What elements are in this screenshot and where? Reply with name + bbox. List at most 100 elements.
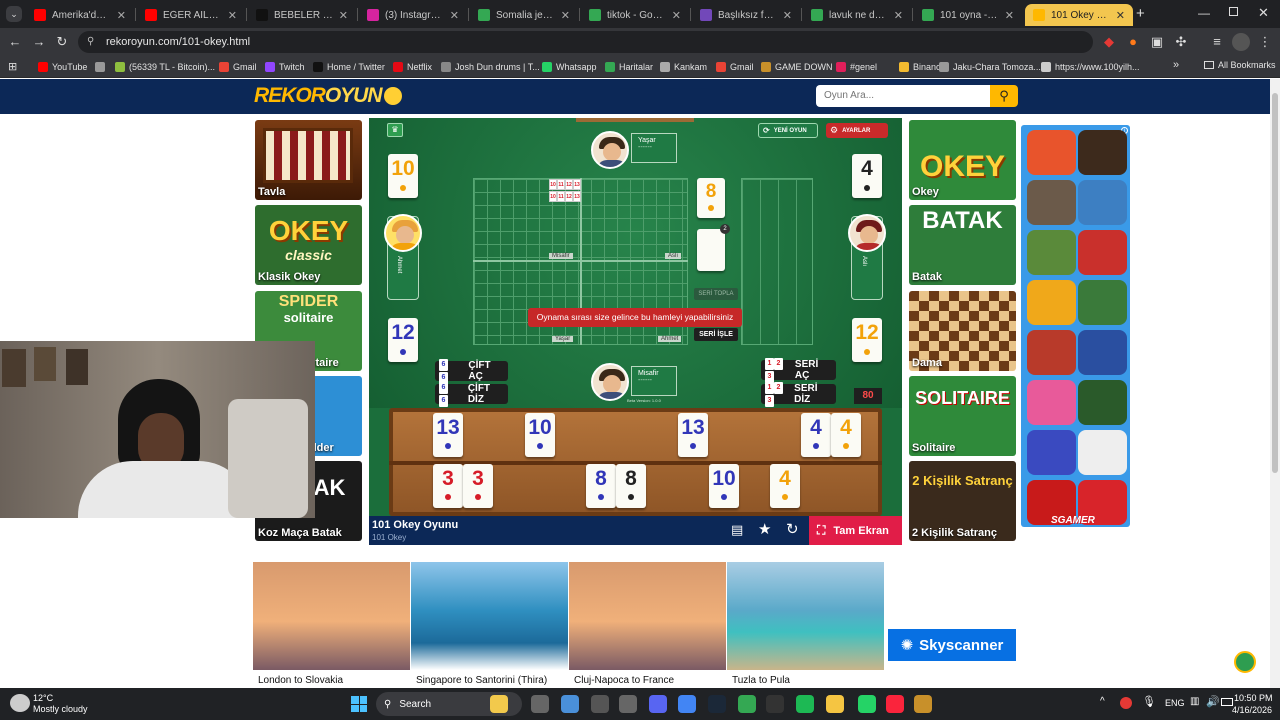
favorite-star-icon[interactable]: ★ xyxy=(758,520,771,538)
trophy-icon[interactable]: ♛ xyxy=(387,123,403,137)
minimize-icon[interactable]: — xyxy=(1198,6,1210,20)
clock-time[interactable]: 10:50 PM xyxy=(1234,693,1273,703)
travel-card[interactable]: Cluj-Napoca to France xyxy=(569,562,726,688)
travel-card[interactable]: London to Slovakia xyxy=(253,562,410,688)
taskbar-app-icon[interactable] xyxy=(826,695,844,713)
rack-tile[interactable]: 10 xyxy=(525,413,555,457)
bookmark-item[interactable]: Twitch xyxy=(265,60,305,74)
browser-tab[interactable]: Amerika'da Araba✕ xyxy=(26,4,134,26)
site-logo[interactable]: REKOROYUN xyxy=(254,84,402,108)
taskbar-app-icon[interactable] xyxy=(531,695,549,713)
all-bookmarks[interactable]: All Bookmarks xyxy=(1204,60,1276,70)
ad-game-icon[interactable] xyxy=(1078,180,1127,225)
more-bookmarks-button[interactable]: » xyxy=(1173,59,1179,71)
browser-tab[interactable]: 101 Okey Oyu ✕ xyxy=(1025,4,1133,26)
ad-game-icon[interactable] xyxy=(1078,380,1127,425)
ad-game-icon[interactable] xyxy=(1027,230,1076,275)
profile-avatar[interactable] xyxy=(1232,33,1250,51)
travel-card[interactable]: Singapore to Santorini (Thira) xyxy=(411,562,568,688)
taskbar-app-icon[interactable] xyxy=(766,695,784,713)
extension-red-icon[interactable]: ◆ xyxy=(1100,33,1118,51)
taskbar-app-icon[interactable] xyxy=(561,695,579,713)
extension-box-icon[interactable]: ▣ xyxy=(1148,33,1166,51)
skyscanner-banner[interactable]: ✺ Skyscanner xyxy=(888,629,1016,661)
taskbar-app-icon[interactable] xyxy=(649,695,667,713)
extension-orange-icon[interactable]: ● xyxy=(1124,33,1142,51)
menu-kebab-icon[interactable]: ⋮ xyxy=(1256,33,1274,51)
browser-tab[interactable]: EĞER AİLESİ SENİ✕ xyxy=(137,4,245,26)
weather-icon[interactable] xyxy=(10,694,30,712)
extensions-puzzle-icon[interactable]: ✣ xyxy=(1172,33,1190,51)
settings-button[interactable]: ⚙ AYARLAR xyxy=(826,123,888,138)
cift-ac-button[interactable]: 66 ÇİFT AÇ xyxy=(435,359,508,384)
rack-tile[interactable]: 8 xyxy=(586,464,616,508)
seri-topla-button[interactable]: SERİ TOPLA xyxy=(694,288,738,300)
close-tab-icon[interactable]: ✕ xyxy=(228,9,237,22)
tray-chevron-icon[interactable]: ^ xyxy=(1100,696,1105,707)
rack-tile[interactable]: 8 xyxy=(616,464,646,508)
bookmark-item[interactable]: (56339 TL - Bitcoin)... xyxy=(115,60,215,74)
bookmark-item[interactable]: GAME DOWN xyxy=(761,60,833,74)
back-icon[interactable]: ← xyxy=(6,33,24,51)
ad-game-icon[interactable] xyxy=(1078,330,1127,375)
rack-tile[interactable]: 4 xyxy=(770,464,800,508)
ad-game-icon[interactable] xyxy=(1027,130,1076,175)
taskbar-app-icon[interactable] xyxy=(858,695,876,713)
microphone-icon[interactable]: 🎙 xyxy=(1142,695,1156,708)
site-info-icon[interactable]: ⚲ xyxy=(87,31,94,53)
game-tile-dama[interactable]: Dama xyxy=(909,291,1016,371)
new-game-button[interactable]: ⟳ YENİ OYUN xyxy=(758,123,818,138)
bookmark-item[interactable]: Home / Twitter xyxy=(313,60,385,74)
ad-game-icon[interactable] xyxy=(1078,280,1127,325)
address-bar[interactable]: ⚲ rekoroyun.com/101-okey.html xyxy=(78,31,1093,53)
bookmark-item[interactable]: YouTube xyxy=(38,60,87,74)
taskbar-app-icon[interactable] xyxy=(678,695,696,713)
browser-tab[interactable]: 101 oyna - Google✕ xyxy=(914,4,1022,26)
deck-pile[interactable] xyxy=(697,229,725,271)
scrollbar-thumb[interactable] xyxy=(1272,93,1278,473)
bookmark-item[interactable]: Whatsapp xyxy=(542,60,597,74)
reload-icon[interactable]: ↻ xyxy=(53,33,71,51)
bookmark-item[interactable]: Jaku-Chara Tomoza... xyxy=(939,60,1041,74)
bookmark-item[interactable]: #genel xyxy=(836,60,877,74)
clock-date[interactable]: 4/16/2026 xyxy=(1232,705,1272,715)
ad-game-icon[interactable] xyxy=(1078,430,1127,475)
game-tile-okey[interactable]: OKEY Okey xyxy=(909,120,1016,200)
seri-diz-button[interactable]: 1 23 SERİ DİZ xyxy=(761,382,836,407)
forward-icon[interactable]: → xyxy=(30,33,48,51)
taskbar-app-icon[interactable] xyxy=(619,695,637,713)
network-icon[interactable]: ▥ xyxy=(1190,696,1199,707)
close-tab-icon[interactable]: ✕ xyxy=(450,9,459,22)
game-tile-klasik-okey[interactable]: OKEY classic Klasik Okey xyxy=(255,205,362,285)
bookmark-item[interactable]: https://www.100yilh... xyxy=(1041,60,1140,74)
close-window-icon[interactable]: ✕ xyxy=(1258,5,1269,21)
bookmark-item[interactable]: Gmail xyxy=(219,60,257,74)
close-tab-icon[interactable]: ✕ xyxy=(1005,9,1014,22)
browser-tab[interactable]: Başlıksız form - G✕ xyxy=(692,4,800,26)
taskbar-app-icon[interactable] xyxy=(914,695,932,713)
close-tab-icon[interactable]: ✕ xyxy=(894,9,903,22)
restore-icon[interactable] xyxy=(1229,7,1238,16)
close-tab-icon[interactable]: ✕ xyxy=(561,9,570,22)
media-icon[interactable]: ≡ xyxy=(1208,33,1226,51)
game-tile-batak[interactable]: BATAK Batak xyxy=(909,205,1016,285)
taskbar-app-icon[interactable] xyxy=(738,695,756,713)
close-tab-icon[interactable]: ✕ xyxy=(672,9,681,22)
ad-game-icon[interactable] xyxy=(1078,130,1127,175)
bookmark-item[interactable]: Netflix xyxy=(393,60,432,74)
taskbar-app-icon[interactable] xyxy=(886,695,904,713)
game-tile-tavla[interactable]: Tavla xyxy=(255,120,362,200)
volume-icon[interactable]: 🔊 xyxy=(1206,695,1220,708)
game-tile-satranc[interactable]: 2 Kişilik Satranç 2 Kişilik Satranç xyxy=(909,461,1016,541)
seri-ac-button[interactable]: 1 23 SERİ AÇ xyxy=(761,358,836,383)
tab-search-chevron-icon[interactable]: ⌄ xyxy=(6,6,22,22)
browser-tab[interactable]: tiktok - Google'da✕ xyxy=(581,4,689,26)
fullscreen-button[interactable]: ⛶ Tam Ekran xyxy=(809,516,902,545)
ad-game-icon[interactable] xyxy=(1027,330,1076,375)
cift-diz-button[interactable]: 66 ÇİFT DİZ xyxy=(435,382,508,407)
bookmark-item[interactable]: Haritalar xyxy=(605,60,653,74)
language-indicator[interactable]: ENG xyxy=(1165,698,1185,708)
site-badge-icon[interactable] xyxy=(1234,651,1256,673)
rack-tile[interactable]: 4 xyxy=(801,413,831,457)
rack-tile[interactable]: 3 xyxy=(433,464,463,508)
